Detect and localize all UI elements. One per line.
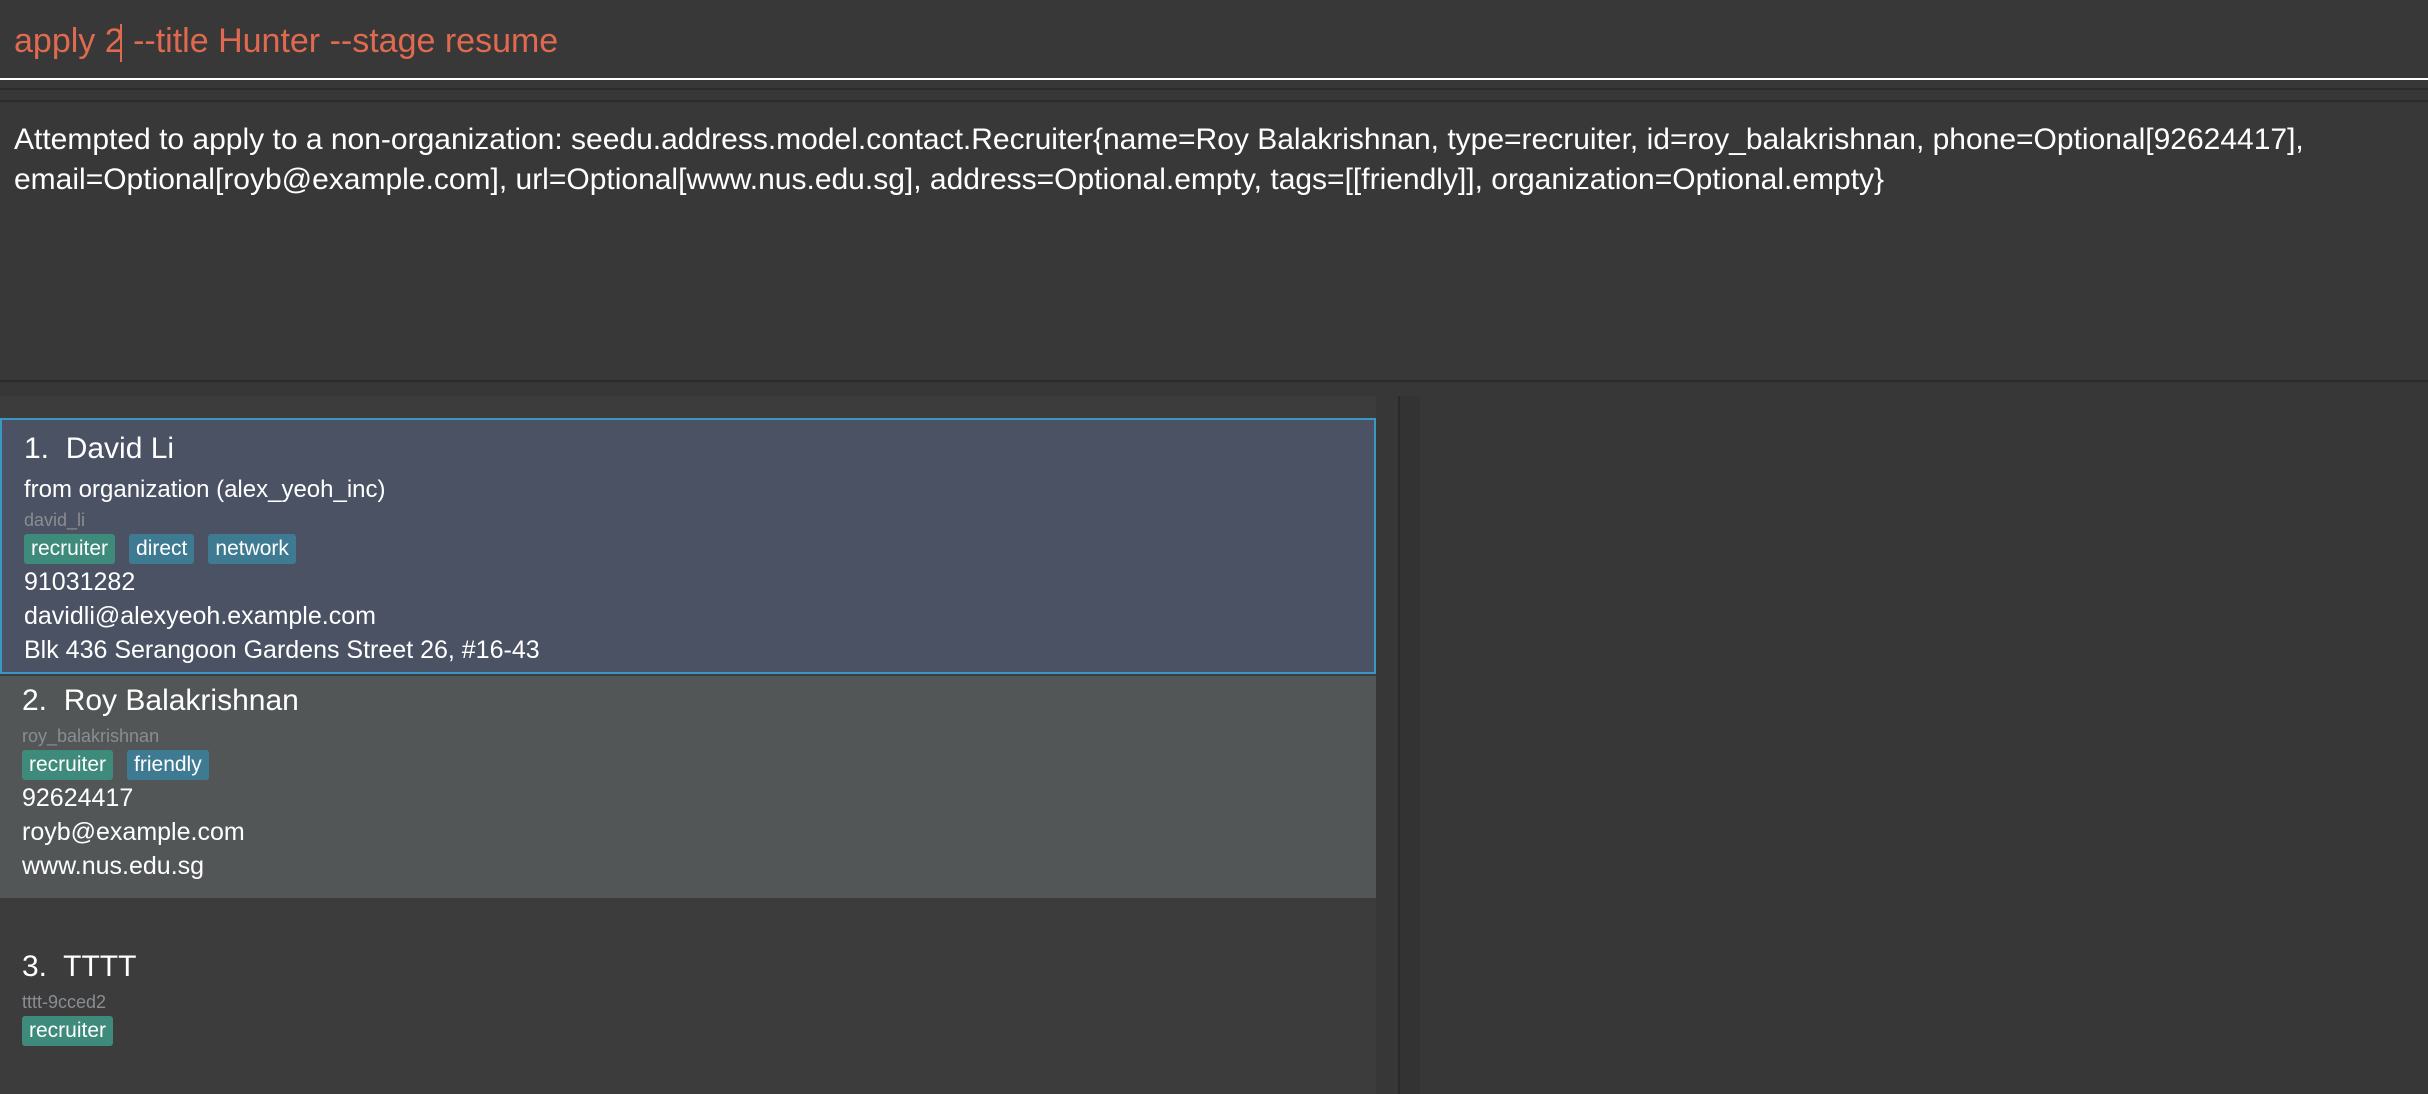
contact-address: Blk 436 Serangoon Gardens Street 26, #16… bbox=[24, 636, 540, 664]
tag-list: recruiter bbox=[22, 1016, 114, 1046]
tag: friendly bbox=[127, 750, 209, 780]
contact-name: 3. TTTT bbox=[22, 950, 137, 983]
result-message: Attempted to apply to a non-organization… bbox=[14, 123, 2304, 196]
divider bbox=[0, 380, 2428, 382]
tag: direct bbox=[129, 534, 195, 564]
contact-name: 2. Roy Balakrishnan bbox=[22, 684, 299, 717]
tag: recruiter bbox=[22, 750, 114, 780]
contact-card-3[interactable]: 3. TTTT tttt-9cced2 recruiter bbox=[0, 898, 1376, 1094]
detail-panel bbox=[1420, 396, 2428, 1094]
contact-list[interactable]: 1. David Li from organization (alex_yeoh… bbox=[0, 396, 1376, 1094]
result-display: Attempted to apply to a non-organization… bbox=[0, 106, 2428, 378]
tag: network bbox=[208, 534, 296, 564]
command-box[interactable]: apply 2 --title Hunter --stage resume bbox=[0, 0, 2428, 80]
contact-organization: from organization (alex_yeoh_inc) bbox=[24, 476, 386, 503]
tag: recruiter bbox=[22, 1016, 114, 1046]
command-input[interactable]: apply 2 --title Hunter --stage resume bbox=[14, 22, 558, 61]
tag-list: recruiter friendly bbox=[22, 750, 209, 780]
tag-list: recruiter direct network bbox=[24, 534, 296, 564]
split-pane-divider[interactable] bbox=[1398, 396, 1422, 1094]
contact-card-1[interactable]: 1. David Li from organization (alex_yeoh… bbox=[0, 418, 1376, 674]
contact-email: royb@example.com bbox=[22, 818, 245, 846]
contact-email: davidli@alexyeoh.example.com bbox=[24, 602, 376, 630]
tag: recruiter bbox=[24, 534, 116, 564]
text-caret bbox=[120, 24, 122, 62]
contact-id: roy_balakrishnan bbox=[22, 726, 160, 746]
contact-id: david_li bbox=[24, 510, 86, 530]
contact-url: www.nus.edu.sg bbox=[22, 852, 205, 880]
contact-name: 1. David Li bbox=[24, 432, 175, 465]
contact-id: tttt-9cced2 bbox=[22, 992, 107, 1012]
contact-phone: 91031282 bbox=[24, 568, 136, 596]
contact-phone: 92624417 bbox=[22, 784, 134, 812]
divider bbox=[0, 100, 2428, 102]
contact-card-2[interactable]: 2. Roy Balakrishnan roy_balakrishnan rec… bbox=[0, 676, 1376, 898]
divider bbox=[0, 88, 2428, 90]
